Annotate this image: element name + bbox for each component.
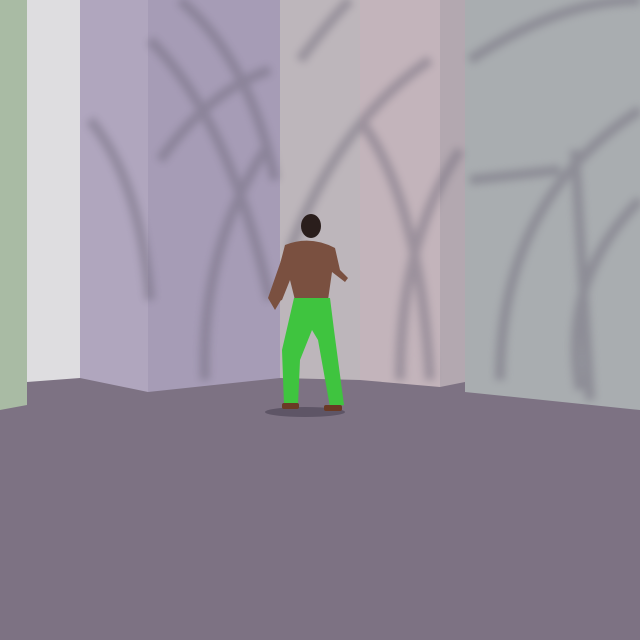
character-head — [301, 214, 321, 238]
game-viewport[interactable] — [0, 0, 640, 640]
character-right-shoe — [324, 405, 342, 411]
scene-canvas — [0, 0, 640, 640]
wall-gray — [465, 0, 640, 410]
wall-green — [0, 0, 27, 410]
character-left-shoe — [282, 403, 299, 409]
pillar-white — [27, 0, 80, 382]
wall-pink-side — [440, 0, 465, 387]
wall-lavender — [80, 0, 148, 392]
